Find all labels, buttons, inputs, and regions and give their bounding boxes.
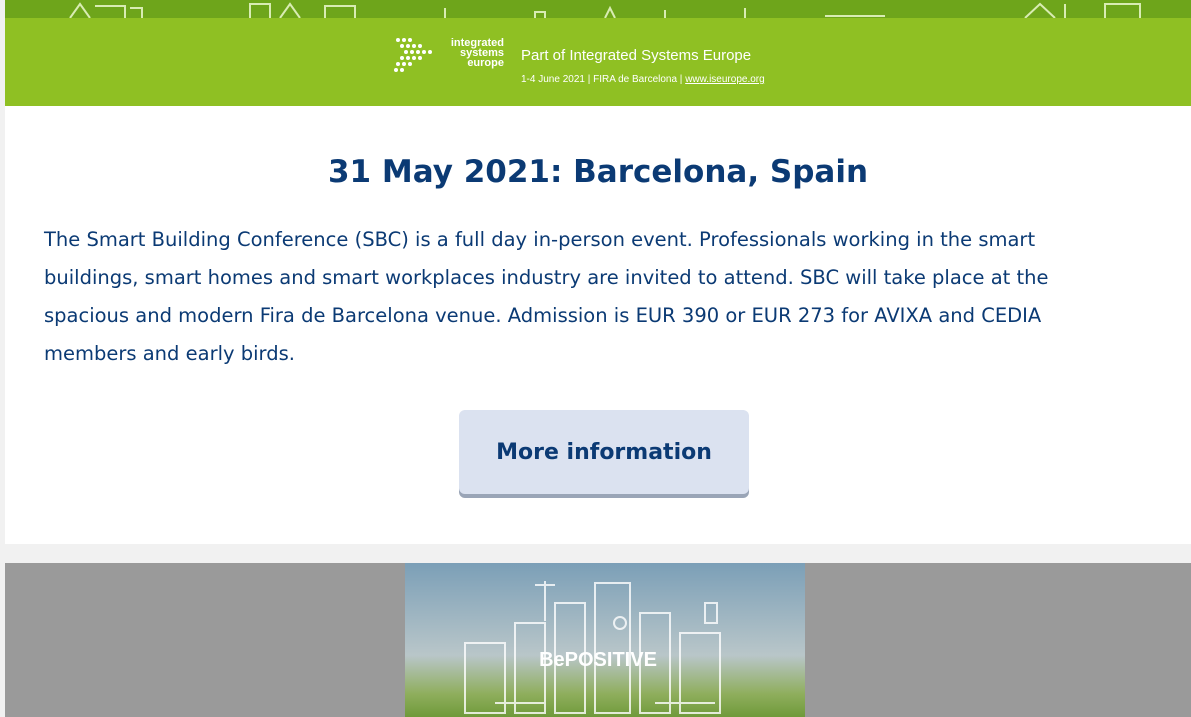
bepositive-hero-image[interactable]: BePOSITIVE <box>5 563 1191 717</box>
city-illustration <box>405 563 805 717</box>
more-information-button[interactable]: More information <box>459 410 749 494</box>
event-card: 31 May 2021: Barcelona, Spain The Smart … <box>5 106 1191 544</box>
event-heading: 31 May 2021: Barcelona, Spain <box>327 154 869 190</box>
event-description: The Smart Building Conference (SBC) is a… <box>44 228 1049 365</box>
ise-logo-wordmark: integrated systems europe <box>450 37 504 69</box>
ise-logo[interactable]: integrated systems europe <box>392 36 512 78</box>
ise-banner: integrated systems europe Part of Integr… <box>5 0 1191 106</box>
banner-title: Part of Integrated Systems Europe <box>521 47 752 64</box>
banner-subtitle: 1-4 June 2021 | FIRA de Barcelona | www.… <box>521 74 765 85</box>
banner-dates: 1-4 June 2021 | FIRA de Barcelona | <box>521 74 686 85</box>
banner-city-strip <box>5 0 1191 18</box>
bepositive-label: BePOSITIVE <box>539 649 657 671</box>
iseurope-link[interactable]: www.iseurope.org <box>685 74 764 85</box>
ise-dots-icon <box>394 38 432 72</box>
